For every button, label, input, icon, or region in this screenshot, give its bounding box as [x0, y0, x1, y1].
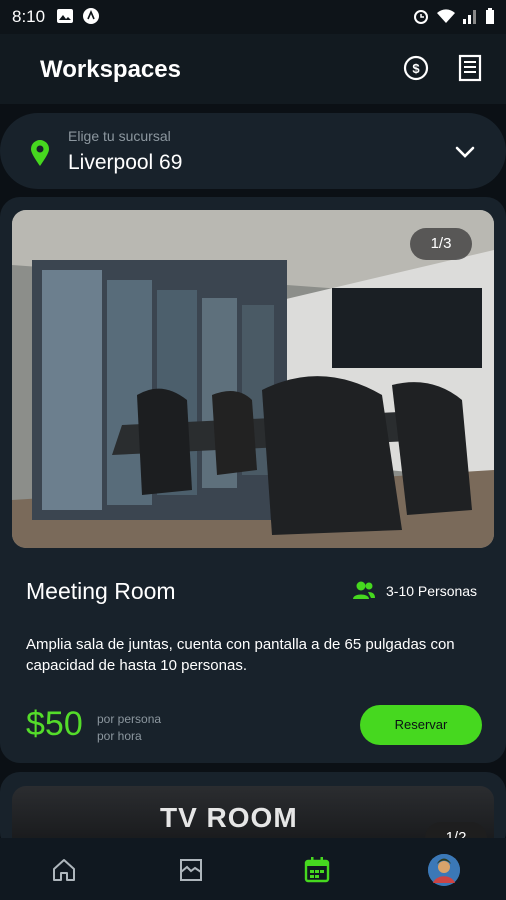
- document-list-icon: [458, 54, 482, 82]
- alarm-icon: [414, 10, 428, 24]
- gallery-icon: [180, 859, 202, 881]
- price-note-per-person: por persona: [97, 712, 162, 726]
- avatar-image: [428, 854, 460, 886]
- wifi-icon: [437, 9, 455, 23]
- nav-gallery[interactable]: [177, 856, 205, 884]
- profile-avatar[interactable]: [428, 854, 460, 886]
- page-title: Workspaces: [40, 56, 181, 83]
- branch-label: Elige tu sucursal: [68, 128, 171, 144]
- branch-value: Liverpool 69: [68, 151, 183, 174]
- home-icon: [53, 859, 75, 881]
- app-notification-icon: [83, 8, 99, 24]
- nav-calendar[interactable]: [303, 856, 331, 884]
- receipts-button[interactable]: [454, 52, 486, 84]
- tv-room-sign: TV ROOM: [160, 802, 298, 833]
- location-pin-icon: [31, 140, 49, 166]
- signal-icon: [463, 10, 476, 24]
- price-note-per-hour: por hora: [97, 729, 142, 743]
- people-icon: [353, 581, 375, 599]
- capacity-label: 3-10 Personas: [386, 583, 478, 599]
- calendar-icon: [304, 857, 330, 883]
- meeting-room-image: [12, 210, 494, 548]
- coin-icon: $: [403, 55, 429, 81]
- bottom-nav: [0, 838, 506, 900]
- app-bar: Workspaces $: [0, 34, 506, 104]
- price: $50: [26, 705, 83, 743]
- status-bar: 8:10: [0, 0, 506, 34]
- battery-icon: [486, 8, 494, 24]
- room-description: Amplia sala de juntas, cuenta con pantal…: [26, 636, 455, 674]
- image-notification-icon: [57, 9, 73, 23]
- status-time: 8:10: [12, 7, 46, 26]
- reserve-button[interactable]: Reservar: [360, 705, 482, 745]
- room-card: 1/3 Meeting Room 3-10 Personas Amplia sa…: [0, 197, 506, 763]
- nav-home[interactable]: [50, 856, 78, 884]
- branch-selector[interactable]: Elige tu sucursal Liverpool 69: [0, 113, 506, 189]
- room-photo[interactable]: 1/3: [12, 210, 494, 548]
- image-counter: 1/3: [410, 228, 472, 260]
- svg-text:$: $: [412, 61, 420, 76]
- room-title: Meeting Room: [26, 578, 176, 604]
- currency-button[interactable]: $: [400, 52, 432, 84]
- chevron-down-icon[interactable]: [454, 141, 476, 163]
